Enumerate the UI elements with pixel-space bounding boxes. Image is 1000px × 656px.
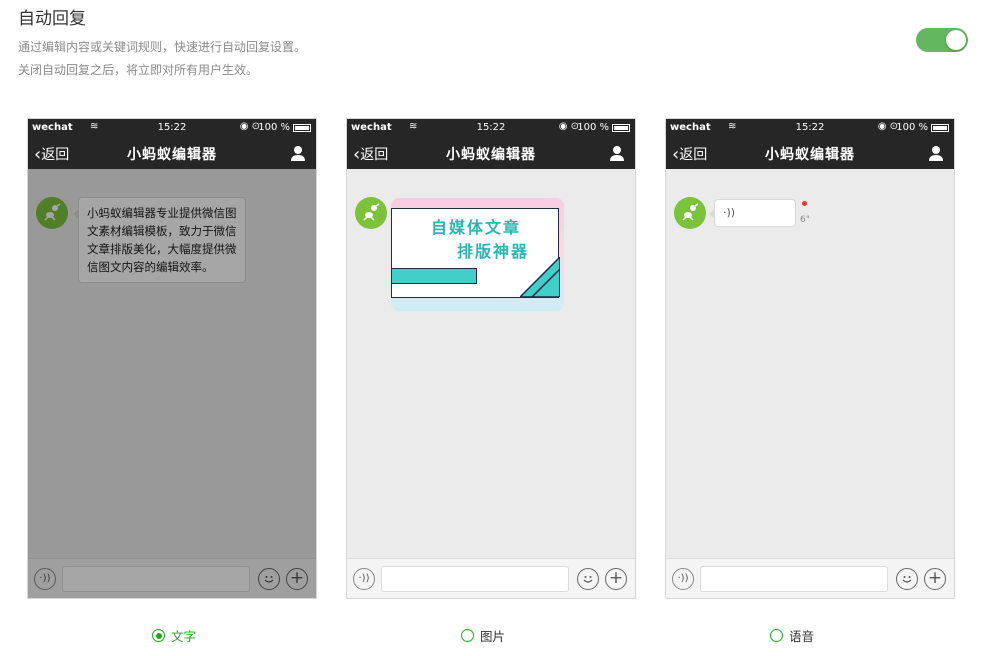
radio-option-voice[interactable]: 语音 (770, 626, 814, 645)
battery-percent: 100 % (577, 122, 609, 133)
sound-wave-icon: ·)) (723, 206, 736, 219)
radio-circle (461, 629, 474, 642)
battery-icon (931, 124, 949, 132)
battery-percent: 100 % (258, 122, 290, 133)
radio-circle (152, 629, 165, 642)
unread-dot (802, 201, 807, 206)
plus-icon[interactable]: + (605, 568, 627, 590)
alarm-icon: ◉ ⊙ (239, 121, 260, 132)
chat-input-field[interactable] (700, 566, 888, 592)
status-bar: wechat ≋ 15:22 ◉ ⊙ 100 % (666, 119, 954, 137)
emoji-icon[interactable] (577, 568, 599, 590)
page-title: 自动回复 (18, 9, 86, 29)
ant-logo-icon (363, 203, 380, 221)
radio-circle (770, 629, 783, 642)
status-bar: wechat ≋ 15:22 ◉ ⊙ 100 % (347, 119, 635, 137)
plus-icon[interactable]: + (924, 568, 946, 590)
description-line-1: 通过编辑内容或关键词规则，快速进行自动回复设置。 (18, 40, 307, 54)
voice-icon[interactable]: ·)) (353, 568, 375, 590)
user-icon (929, 146, 943, 161)
user-icon (610, 146, 624, 161)
toggle-knob (946, 30, 966, 50)
phone-preview-image: wechat ≋ 15:22 ◉ ⊙ 100 % ‹返回 小蚂蚁编辑器 自媒体文… (346, 118, 636, 599)
battery-percent: 100 % (896, 122, 928, 133)
radio-option-image[interactable]: 图片 (461, 626, 505, 645)
radio-option-text[interactable]: 文字 (152, 626, 196, 645)
alarm-icon: ◉ ⊙ (877, 121, 898, 132)
alarm-icon: ◉ ⊙ (558, 121, 579, 132)
chat-input-bar: ·)) + (347, 558, 635, 598)
status-bar: wechat ≋ 15:22 ◉ ⊙ 100 % (28, 119, 316, 137)
avatar (355, 197, 387, 229)
radio-label: 语音 (789, 629, 815, 644)
nav-bar: ‹返回 小蚂蚁编辑器 (347, 137, 635, 169)
voice-message-bubble: ·)) (709, 199, 796, 227)
chat-title: 小蚂蚁编辑器 (446, 147, 536, 163)
chat-input-field[interactable] (381, 566, 569, 592)
chat-title: 小蚂蚁编辑器 (765, 147, 855, 163)
user-icon (291, 146, 305, 161)
voice-icon[interactable]: ·)) (672, 568, 694, 590)
emoji-icon[interactable] (896, 568, 918, 590)
image-stripe-decoration (520, 257, 560, 297)
auto-reply-toggle[interactable] (916, 28, 968, 52)
battery-icon (293, 124, 311, 132)
chat-title: 小蚂蚁编辑器 (127, 147, 217, 163)
ant-logo-icon (682, 203, 699, 221)
phone-preview-voice: wechat ≋ 15:22 ◉ ⊙ 100 % ‹返回 小蚂蚁编辑器 ·)) … (665, 118, 955, 599)
image-message-bubble: 自媒体文章 排版神器 (391, 198, 564, 311)
avatar (674, 197, 706, 229)
image-accent-bar (391, 268, 477, 284)
nav-bar: ‹返回 小蚂蚁编辑器 (666, 137, 954, 169)
inactive-overlay (28, 169, 316, 598)
battery-icon (612, 124, 630, 132)
image-text-line-2: 排版神器 (457, 242, 530, 261)
description-line-2: 关闭自动回复之后，将立即对所有用户生效。 (18, 63, 259, 77)
nav-bar: ‹返回 小蚂蚁编辑器 (28, 137, 316, 169)
image-text-line-1: 自媒体文章 (431, 218, 522, 237)
voice-duration: 6" (800, 215, 810, 225)
radio-label: 文字 (171, 629, 197, 644)
phone-preview-text: wechat ≋ 15:22 ◉ ⊙ 100 % ‹返回 小蚂蚁编辑器 小蚂蚁编… (27, 118, 317, 599)
chat-input-bar: ·)) + (666, 558, 954, 598)
radio-label: 图片 (480, 629, 506, 644)
